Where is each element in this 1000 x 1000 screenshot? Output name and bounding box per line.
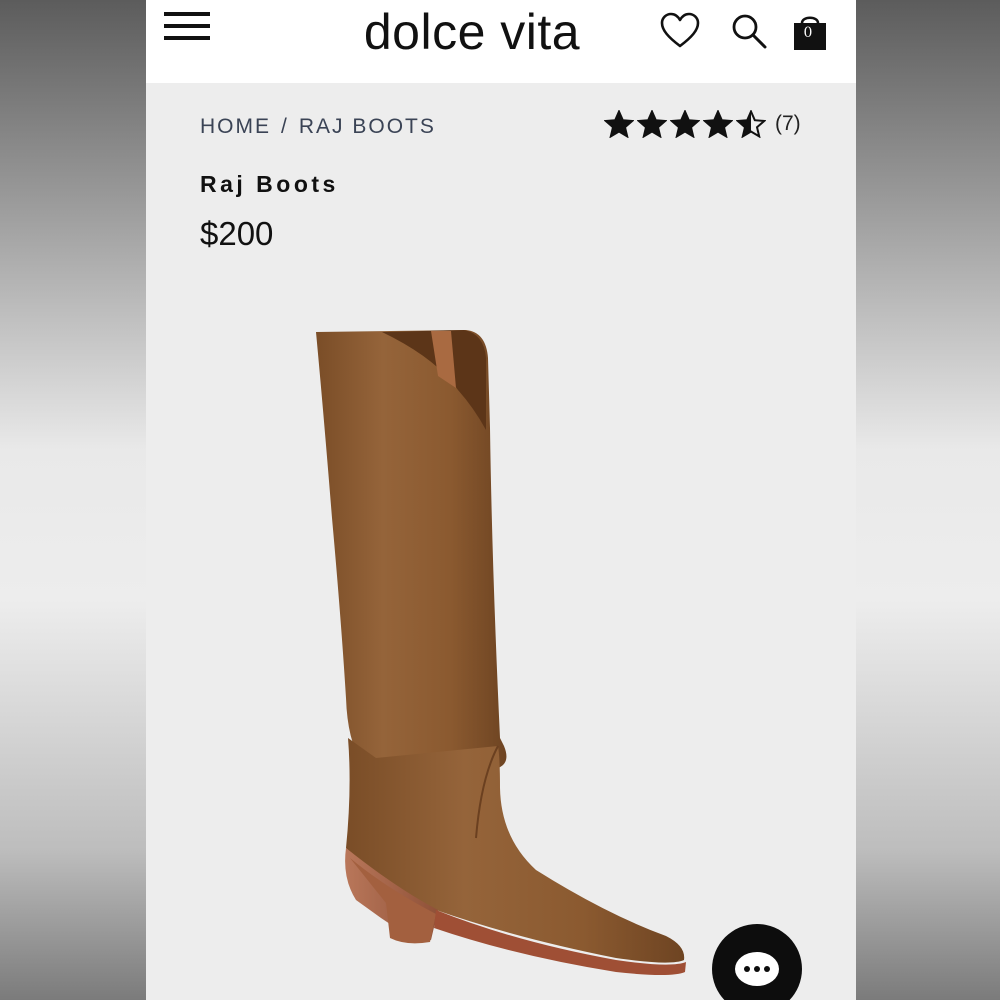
breadcrumb-home-link[interactable]: HOME: [200, 115, 271, 138]
search-icon[interactable]: [730, 12, 768, 50]
breadcrumb-separator: /: [281, 115, 289, 138]
star-full-icon: [637, 110, 667, 138]
breadcrumb: HOME / RAJ BOOTS: [200, 115, 436, 139]
cart-count-badge: 0: [803, 25, 813, 41]
menu-bar: [164, 24, 210, 28]
brand-logo[interactable]: dolce vita: [352, 2, 592, 62]
site-header: dolce vita 0: [146, 0, 856, 83]
breadcrumb-current[interactable]: RAJ BOOTS: [299, 115, 436, 138]
menu-icon[interactable]: [164, 12, 210, 42]
product-title: Raj Boots: [200, 171, 339, 197]
mobile-screen: dolce vita 0 HOME / RAJ BOOTS (7) Raj Boot…: [146, 0, 856, 1000]
chat-dot: [744, 966, 750, 972]
background-left: [0, 0, 146, 1000]
menu-bar: [164, 36, 210, 40]
menu-bar: [164, 12, 210, 16]
chat-dot: [764, 966, 770, 972]
chat-dot: [754, 966, 760, 972]
shopping-bag-icon[interactable]: 0: [792, 12, 828, 52]
star-rating: [604, 110, 769, 138]
product-price: $200: [200, 215, 274, 252]
heart-icon[interactable]: [660, 12, 700, 50]
star-full-icon: [703, 110, 733, 138]
background-right: [854, 0, 1000, 1000]
product-image[interactable]: [286, 318, 846, 1000]
star-half-icon: [736, 110, 766, 138]
star-full-icon: [604, 110, 634, 138]
star-full-icon: [670, 110, 700, 138]
chat-icon: [735, 952, 779, 986]
review-count[interactable]: (7): [775, 112, 801, 135]
rating-summary[interactable]: (7): [604, 110, 801, 144]
